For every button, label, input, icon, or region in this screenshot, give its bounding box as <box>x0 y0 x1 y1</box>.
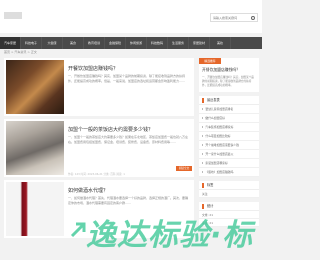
main-nav: 汽车家居 科技电子 大健康 美食 教育培训 金融保险 休闲旅游 科技数码 生活服… <box>0 37 262 49</box>
tags-heading: 标签 <box>199 181 259 190</box>
tags-box: 标签 关注 <box>199 181 259 198</box>
site-logo[interactable] <box>4 12 22 19</box>
recent-post-label: 《醋坊》加盟店赚钱吗 <box>205 170 234 174</box>
tags-title: 标签 <box>207 183 214 187</box>
nav-item[interactable]: 大健康 <box>42 37 63 49</box>
recent-post-link[interactable]: 什么项目加盟比较好 <box>199 132 259 141</box>
breadcrumb: 首页 > 汽车资讯 > 正文 <box>4 50 37 54</box>
stat-row: 文章: 21 <box>199 211 259 219</box>
nav-item[interactable]: 科技数码 <box>147 37 168 49</box>
nav-item[interactable]: 家居建材 <box>189 37 210 49</box>
recent-post-link[interactable]: 《醋坊》加盟店赚钱吗 <box>199 168 259 177</box>
post-title[interactable]: 加盟个一般的茶饭店大约需要多少钱？ <box>68 126 153 133</box>
post-excerpt: 一、开餐饮加盟店赚钱吗？其实，加盟某个品牌的前期投资，除了能接收到品牌方的扶持外… <box>68 74 186 83</box>
recent-post-label: 开一家什么加盟店最火 <box>205 152 234 156</box>
bullet-icon <box>202 153 204 155</box>
stat-row: 评论: 21 <box>199 219 259 227</box>
recent-post-link[interactable]: 汽车装饰加盟店哪家好 <box>199 123 259 132</box>
sidebar: 精选推荐 开餐饮加盟店赚钱吗？ 一、开餐饮加盟店赚钱吗？其实，加盟某个品牌的前期… <box>199 58 259 231</box>
stats-box: 统计 文章: 21 评论: 21 <box>199 202 259 227</box>
recent-posts-title: 最近发表 <box>207 98 220 102</box>
nav-item[interactable]: 生活服务 <box>168 37 189 49</box>
recent-post-label: 什么项目加盟比较好 <box>205 134 231 138</box>
stats-title: 统计 <box>207 204 214 208</box>
post-title[interactable]: 如何做酒水代理？ <box>68 187 108 194</box>
featured-box: 精选推荐 开餐饮加盟店赚钱吗？ 一、开餐饮加盟店赚钱吗？其实，加盟某个品牌的前期… <box>199 58 259 92</box>
nav-item[interactable]: 金融保险 <box>105 37 126 49</box>
recent-post-link[interactable]: 婴幼儿营养加盟店排名 <box>199 105 259 114</box>
heading-bar <box>202 183 204 188</box>
read-more-button[interactable]: 阅读全文 <box>176 166 192 171</box>
heading-bar <box>202 204 204 209</box>
search-box[interactable] <box>210 13 258 22</box>
recent-post-label: 做什么加盟店好 <box>205 116 225 120</box>
recent-posts-heading: 最近发表 <box>199 96 259 105</box>
nav-item[interactable]: 科技电子 <box>21 37 42 49</box>
nav-item[interactable]: 休闲旅游 <box>126 37 147 49</box>
featured-label: 精选推荐 <box>199 58 221 64</box>
post-thumbnail[interactable] <box>6 121 64 175</box>
recent-post-link[interactable]: 开个咖啡加盟店需要多少钱 <box>199 141 259 150</box>
recent-post-label: 汽车装饰加盟店哪家好 <box>205 125 234 129</box>
bullet-icon <box>202 126 204 128</box>
post-title[interactable]: 开餐饮加盟店赚钱吗？ <box>68 65 118 72</box>
post-excerpt: 一、如何做酒水代理？首先，代理酒水要选择一个好的品牌，选择正规的酒厂。其次，要确… <box>68 196 189 205</box>
featured-text: 一、开餐饮加盟店赚钱吗？其实，加盟某个品牌的前期投资，除了能接收到品牌方的扶持外… <box>202 76 254 87</box>
post-card: 开餐饮加盟店赚钱吗？ 一、开餐饮加盟店赚钱吗？其实，加盟某个品牌的前期投资，除了… <box>4 58 194 131</box>
post-card: 如何做酒水代理？ 一、如何做酒水代理？首先，代理酒水要选择一个好的品牌，选择正规… <box>4 180 194 238</box>
bullet-icon <box>202 171 204 173</box>
tag-link[interactable]: 关注 <box>199 190 259 198</box>
recent-post-link[interactable]: 做什么加盟店好 <box>199 114 259 123</box>
search-input[interactable] <box>211 14 249 21</box>
post-list: 开餐饮加盟店赚钱吗？ 一、开餐饮加盟店赚钱吗？其实，加盟某个品牌的前期投资，除了… <box>4 58 194 241</box>
nav-item[interactable]: 美妆 <box>210 37 231 49</box>
recent-post-link[interactable]: 开一家什么加盟店最火 <box>199 150 259 159</box>
stats-heading: 统计 <box>199 202 259 211</box>
post-meta: 作者: 123 时间: 2023-06-21 分类: 百科 阅读: 1 <box>68 173 125 176</box>
nav-item[interactable]: 美食 <box>63 37 84 49</box>
post-thumbnail[interactable] <box>6 60 64 114</box>
recent-posts-box: 最近发表 婴幼儿营养加盟店排名 做什么加盟店好 汽车装饰加盟店哪家好 什么项目加… <box>199 96 259 177</box>
recent-post-label: 家装加盟店哪家好 <box>205 161 228 165</box>
heading-bar <box>202 98 204 103</box>
bullet-icon <box>202 162 204 164</box>
bullet-icon <box>202 117 204 119</box>
post-thumbnail[interactable] <box>6 182 64 236</box>
post-card: 加盟个一般的茶饭店大约需要多少钱？ 一、加盟个一般的茶饭店大约需要多少钱？如果在… <box>4 119 194 177</box>
recent-post-link[interactable]: 家装加盟店哪家好 <box>199 159 259 168</box>
nav-item[interactable]: 教育培训 <box>84 37 105 49</box>
bullet-icon <box>202 108 204 110</box>
recent-post-label: 开个咖啡加盟店需要多少钱 <box>205 143 239 147</box>
recent-post-label: 婴幼儿营养加盟店排名 <box>205 107 234 111</box>
header <box>0 0 262 33</box>
nav-item[interactable]: 汽车家居 <box>0 37 21 49</box>
bullet-icon <box>202 144 204 146</box>
post-excerpt: 一、加盟个一般的茶饭店大约需要多少钱？如果在东北地区，茶饭店加盟费一般也就八万左… <box>68 135 189 144</box>
bullet-icon <box>202 135 204 137</box>
search-icon[interactable] <box>251 16 255 20</box>
